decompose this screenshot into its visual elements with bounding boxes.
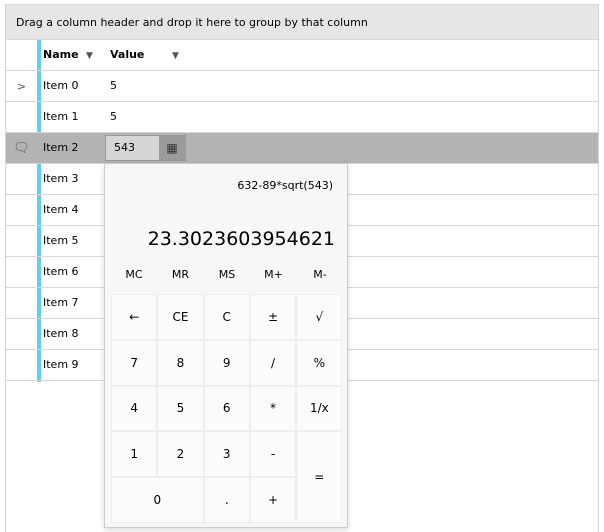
cell-value[interactable]: 5: [110, 71, 117, 101]
memory-button[interactable]: M+: [251, 268, 297, 281]
calculator-key[interactable]: 5: [157, 385, 204, 432]
row-indicator: [6, 164, 37, 194]
calculator-key[interactable]: 0: [111, 477, 204, 523]
calculator-result: 23.3023603954621: [147, 228, 335, 250]
value-editor[interactable]: 543 ▦: [105, 135, 186, 161]
header-name[interactable]: Name: [43, 40, 79, 70]
row-indicator: [6, 288, 37, 318]
header-row: Name ▼ Value ▼: [6, 40, 598, 71]
chevron-right-icon: >: [16, 79, 27, 93]
calculator-key[interactable]: /: [249, 339, 297, 386]
row-indicator: [6, 257, 37, 287]
cell-name[interactable]: Item 2: [43, 133, 79, 163]
cell-name[interactable]: Item 8: [43, 319, 79, 349]
row-indicator: [6, 102, 37, 132]
cell-name[interactable]: Item 4: [43, 195, 79, 225]
calculator-key[interactable]: 1/x: [296, 385, 343, 432]
row-indicator: [6, 319, 37, 349]
table-row[interactable]: Item 1 5: [6, 102, 598, 133]
calculator-key[interactable]: +: [249, 477, 297, 523]
calculator-key[interactable]: CE: [157, 294, 204, 340]
memory-button[interactable]: M-: [297, 268, 343, 281]
cell-name[interactable]: Item 5: [43, 226, 79, 256]
calculator-key[interactable]: √: [296, 294, 343, 340]
calculator-key[interactable]: 4: [111, 385, 158, 432]
calculator-key[interactable]: 8: [157, 339, 204, 386]
table-row[interactable]: 🗨 Item 2 543 ▦: [6, 133, 598, 164]
cell-name[interactable]: Item 3: [43, 164, 79, 194]
calculator-key[interactable]: =: [296, 431, 343, 523]
calculator-key[interactable]: .: [203, 477, 250, 523]
calculator-key[interactable]: 7: [111, 339, 158, 386]
row-indicator: [6, 350, 37, 380]
cell-name[interactable]: Item 6: [43, 257, 79, 287]
cell-name[interactable]: Item 7: [43, 288, 79, 318]
row-indicator: [6, 195, 37, 225]
calculator-expression: 632-89*sqrt(543): [237, 179, 333, 192]
group-panel[interactable]: Drag a column header and drop it here to…: [6, 5, 598, 40]
calculator-key[interactable]: ±: [249, 294, 297, 340]
calculator-key[interactable]: %: [296, 339, 343, 386]
calculator-key[interactable]: 1: [111, 431, 158, 478]
value-input[interactable]: 543: [114, 141, 135, 154]
cell-name[interactable]: Item 9: [43, 350, 79, 380]
calculator-popup: 632-89*sqrt(543) 23.3023603954621 MC MR MS…: [104, 163, 348, 528]
memory-button[interactable]: MS: [204, 268, 250, 281]
calculator-key[interactable]: 6: [203, 385, 250, 432]
header-value[interactable]: Value: [110, 40, 144, 70]
calculator-key[interactable]: -: [249, 431, 297, 478]
filter-icon[interactable]: ▼: [172, 51, 179, 61]
memory-button[interactable]: MC: [111, 268, 157, 281]
row-indicator: [6, 226, 37, 256]
calculator-key[interactable]: 9: [203, 339, 250, 386]
calculator-key[interactable]: *: [249, 385, 297, 432]
comment-icon: 🗨: [13, 140, 30, 156]
filter-icon[interactable]: ▼: [86, 51, 93, 61]
memory-button[interactable]: MR: [158, 268, 204, 281]
calculator-key[interactable]: ←: [111, 294, 158, 340]
cell-value[interactable]: 5: [110, 102, 117, 132]
calculator-key[interactable]: 3: [203, 431, 250, 478]
cell-name[interactable]: Item 0: [43, 71, 79, 101]
table-row[interactable]: > Item 0 5: [6, 71, 598, 102]
cell-name[interactable]: Item 1: [43, 102, 79, 132]
calculator-key[interactable]: C: [203, 294, 250, 340]
calculator-icon[interactable]: ▦: [159, 136, 185, 160]
calculator-key[interactable]: 2: [157, 431, 204, 478]
row-indicator: 🗨: [6, 133, 37, 163]
row-indicator: >: [6, 71, 37, 101]
